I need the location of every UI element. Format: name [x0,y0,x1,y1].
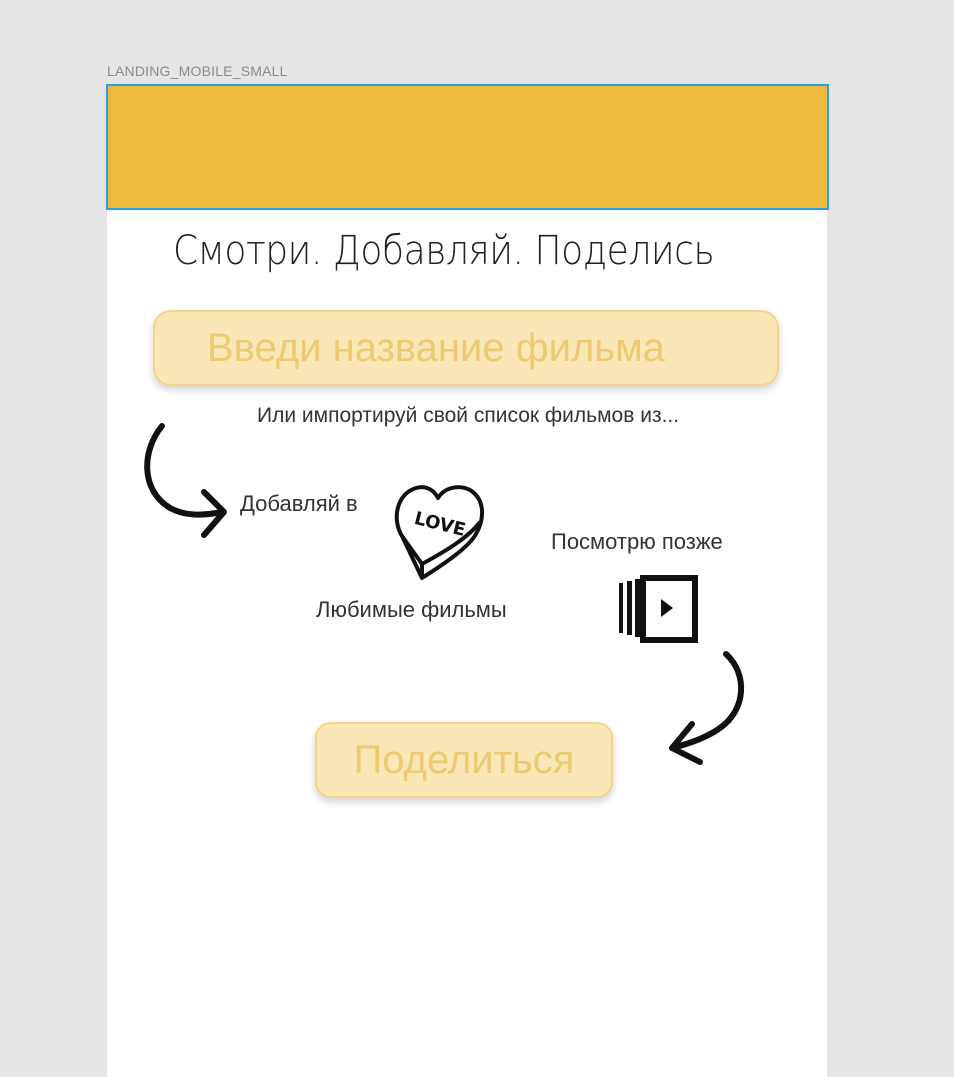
header-banner[interactable] [106,84,829,210]
frame-label: LANDING_MOBILE_SMALL [107,63,288,79]
watch-later-label: Посмотрю позже [551,529,723,554]
love-heart-icon[interactable]: LOVE [392,480,486,582]
movie-search-input[interactable] [153,310,779,386]
curved-arrow-icon [144,423,227,538]
design-canvas: LANDING_MOBILE_SMALL Смотри. Добавляй. П… [0,0,954,1077]
favorites-list-label: Любимые фильмы [316,597,507,622]
import-hint-text: Или импортируй свой список фильмов из... [257,404,680,427]
add-to-label: Добавляй в [240,491,358,516]
page-title: Смотри. Добавляй. Поделись [173,228,715,274]
watch-later-icon[interactable] [617,575,699,643]
curved-arrow-icon [669,651,744,765]
share-button[interactable]: Поделиться [315,722,613,798]
